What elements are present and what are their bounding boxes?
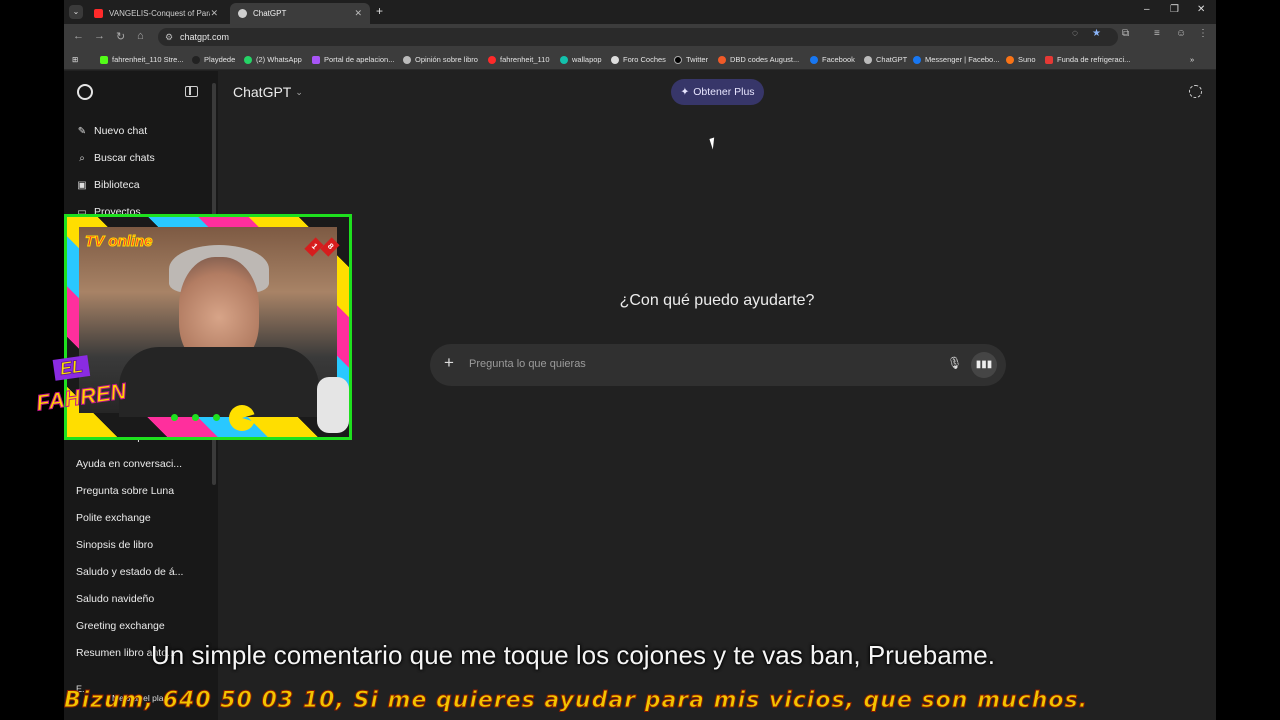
- chat-history-item[interactable]: Polite exchange: [76, 512, 151, 524]
- page-title: ¿Con qué puedo ayudarte?: [619, 292, 815, 309]
- address-bar: ← → ↻ ⌂ ⚙ chatgpt.com ◌ ★ ⧉ ≡ ☺ ⋮: [64, 24, 1216, 50]
- bookmark-item[interactable]: Opinión sobre libro: [403, 55, 478, 64]
- chat-history-item[interactable]: Sinopsis de libro: [76, 539, 153, 551]
- pacman-dots: [171, 414, 220, 421]
- chatgpt-logo-icon[interactable]: [77, 84, 93, 100]
- main-panel: ChatGPT ⌄ ✦ Obtener Plus ¿Con qué puedo …: [218, 71, 1216, 720]
- home-icon[interactable]: ⌂: [137, 30, 144, 42]
- reload-icon[interactable]: ↻: [116, 30, 125, 43]
- bookmark-item[interactable]: Playdede: [192, 55, 235, 64]
- url-field[interactable]: ⚙ chatgpt.com: [158, 28, 1118, 46]
- sidebar-item-new-chat[interactable]: ✎ Nuevo chat: [76, 122, 147, 140]
- tab-title: VANGELIS-Conquest of Paradis: [109, 9, 210, 18]
- get-plus-button[interactable]: ✦ Obtener Plus: [671, 79, 764, 105]
- age-rating-badge: 18: [304, 237, 340, 257]
- plus-icon[interactable]: +: [444, 353, 454, 373]
- microphone-icon[interactable]: 🎙: [947, 356, 962, 370]
- bookmark-item[interactable]: Twitter: [674, 55, 708, 64]
- sidebar-item-library[interactable]: ▣ Biblioteca: [76, 176, 139, 194]
- sidebar-toggle-icon[interactable]: [185, 86, 198, 97]
- bookmark-item[interactable]: Facebook: [810, 55, 855, 64]
- extensions-icon[interactable]: ⧉: [1122, 28, 1129, 39]
- pacman-icon: [229, 405, 255, 431]
- restore-icon[interactable]: ❐: [1170, 4, 1179, 15]
- bookmark-item[interactable]: fahrenheit_110: [488, 55, 550, 64]
- bookmark-item[interactable]: Funda de refrigeraci...: [1045, 55, 1130, 64]
- new-tab-button[interactable]: +: [376, 4, 383, 18]
- tab-search-button[interactable]: ⌄: [69, 5, 83, 19]
- close-icon[interactable]: ✕: [354, 8, 362, 19]
- chat-history-item[interactable]: Ayuda en conversaci...: [76, 458, 182, 470]
- bookmark-item[interactable]: wallapop: [560, 55, 602, 64]
- chat-history-item[interactable]: Saludo y estado de á...: [76, 566, 183, 578]
- bookmark-item[interactable]: (2) WhatsApp: [244, 55, 302, 64]
- streamer-shirt: [119, 347, 319, 417]
- temporary-chat-icon[interactable]: [1189, 85, 1202, 98]
- model-selector[interactable]: ChatGPT ⌄: [233, 84, 303, 100]
- bookmarks-bar: ⊞ fahrenheit_110 Stre... Playdede (2) Wh…: [64, 50, 1216, 70]
- bookmark-item[interactable]: ChatGPT: [864, 55, 907, 64]
- url-text: chatgpt.com: [180, 32, 230, 42]
- minimize-icon[interactable]: –: [1144, 4, 1150, 15]
- chat-history-item[interactable]: Saludo navideño: [76, 593, 154, 605]
- media-icon[interactable]: ≡: [1154, 28, 1160, 39]
- chat-history-item[interactable]: Pregunta sobre Luna: [76, 485, 174, 497]
- edit-icon: ✎: [77, 125, 87, 137]
- subtitle-caption: Un simple comentario que me toque los co…: [150, 640, 995, 670]
- bookmark-item[interactable]: Foro Coches: [611, 55, 666, 64]
- voice-mode-icon[interactable]: ▮▮▮: [971, 352, 997, 378]
- close-window-icon[interactable]: ✕: [1197, 4, 1205, 15]
- eye-off-icon[interactable]: ◌: [1072, 28, 1078, 39]
- sparkle-icon: ✦: [680, 86, 690, 98]
- close-icon[interactable]: ✕: [210, 8, 218, 19]
- forward-icon[interactable]: →: [94, 30, 105, 42]
- fahren-logo: EL FAHREN: [34, 355, 128, 416]
- site-settings-icon[interactable]: ⚙: [165, 32, 173, 43]
- search-icon: ⌕: [79, 152, 85, 164]
- bookmark-item[interactable]: fahrenheit_110 Stre...: [100, 55, 184, 64]
- prompt-composer[interactable]: + Pregunta lo que quieras 🎙 ▮▮▮: [430, 344, 1006, 386]
- tab-strip: ⌄ VANGELIS-Conquest of Paradis ✕ ChatGPT…: [64, 0, 1216, 24]
- menu-icon[interactable]: ⋮: [1198, 28, 1208, 39]
- astronaut-icon: [317, 377, 349, 433]
- youtube-icon: [94, 9, 103, 18]
- tab-title: ChatGPT: [253, 9, 287, 18]
- chat-history-item[interactable]: Greeting exchange: [76, 620, 165, 632]
- mouse-cursor: [709, 137, 718, 150]
- bookmark-item[interactable]: Messenger | Facebo...: [913, 55, 999, 64]
- apps-icon[interactable]: ⊞: [72, 55, 78, 64]
- bookmark-star-icon[interactable]: ★: [1092, 28, 1101, 39]
- bookmark-item[interactable]: Suno: [1006, 55, 1036, 64]
- sidebar-item-search[interactable]: ⌕ Buscar chats: [76, 149, 155, 167]
- tab-vangelis[interactable]: VANGELIS-Conquest of Paradis ✕: [86, 3, 226, 24]
- model-name: ChatGPT: [233, 84, 292, 100]
- library-icon: ▣: [77, 179, 87, 191]
- tv-online-label: TV online: [85, 233, 153, 251]
- profile-icon[interactable]: ☺: [1176, 28, 1186, 39]
- tab-chatgpt[interactable]: ChatGPT ✕: [230, 3, 370, 24]
- chevron-down-icon: ⌄: [295, 86, 303, 97]
- prompt-input[interactable]: Pregunta lo que quieras: [469, 358, 586, 370]
- donation-ticker: Bizum, 640 50 03 10, Si me quieres ayuda…: [64, 688, 1088, 713]
- more-bookmarks-icon[interactable]: »: [1190, 55, 1194, 64]
- bookmark-item[interactable]: DBD codes August...: [718, 55, 799, 64]
- back-icon[interactable]: ←: [73, 30, 84, 42]
- chatgpt-icon: [238, 9, 247, 18]
- bookmark-item[interactable]: Portal de apelacion...: [312, 55, 394, 64]
